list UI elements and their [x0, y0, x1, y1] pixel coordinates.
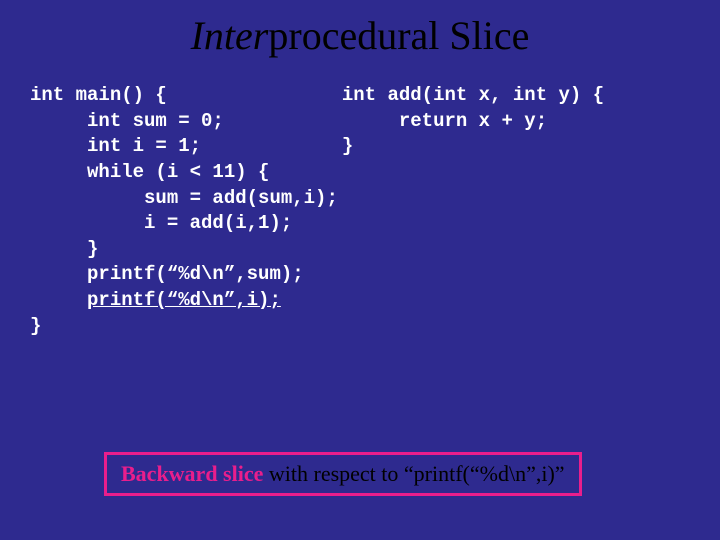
code-left-tail: } [30, 315, 41, 337]
code-right: int add(int x, int y) { return x + y; } [338, 83, 604, 339]
slide: Interprocedural Slice int main() { int s… [0, 0, 720, 540]
caption-rest: with respect to “printf(“%d\n”,i)” [263, 461, 564, 486]
slice-criterion-line: printf(“%d\n”,i); [87, 289, 281, 311]
title-rest: procedural Slice [268, 13, 529, 58]
code-area: int main() { int sum = 0; int i = 1; whi… [0, 59, 720, 339]
caption-box: Backward slice with respect to “printf(“… [104, 452, 582, 496]
caption-lead: Backward slice [121, 461, 263, 486]
code-left-body: int main() { int sum = 0; int i = 1; whi… [30, 84, 338, 311]
slide-title: Interprocedural Slice [0, 0, 720, 59]
code-left: int main() { int sum = 0; int i = 1; whi… [30, 83, 338, 339]
title-emph: Inter [191, 13, 269, 58]
